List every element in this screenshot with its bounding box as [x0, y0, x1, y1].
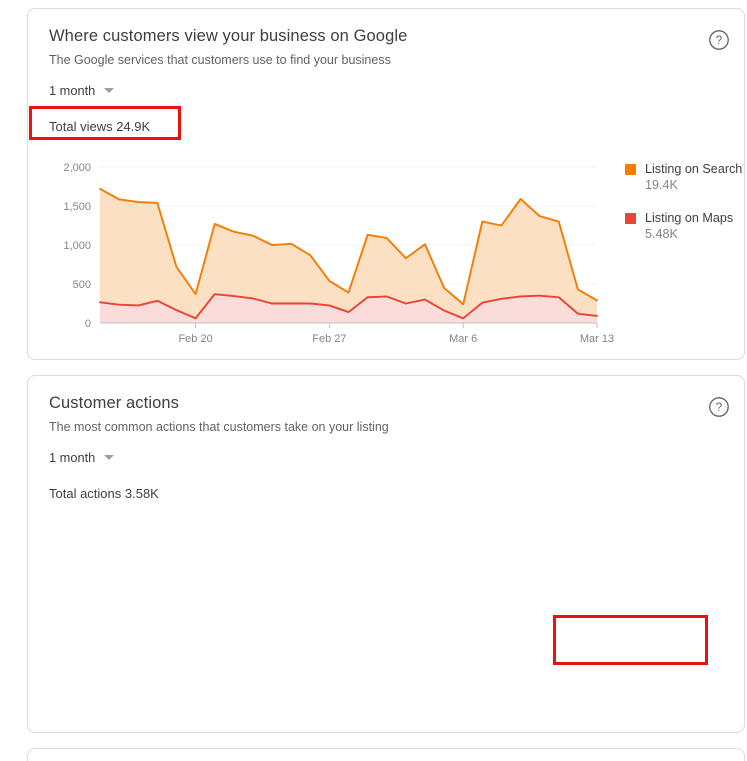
date-range-value: 1 month [49, 450, 96, 465]
x-axis-tick-label: Feb 20 [178, 333, 212, 345]
x-axis-tick-label: Mar 13 [580, 333, 614, 345]
chevron-down-icon [104, 455, 115, 460]
card-subtitle: The most common actions that customers t… [49, 420, 389, 434]
y-axis-tick-label: 1,500 [63, 201, 91, 213]
y-axis-tick-label: 0 [85, 318, 91, 330]
card-business-views: ? Where customers view your business on … [27, 8, 745, 360]
legend-item-listing-on-search[interactable]: Listing on Search 19.4K [625, 161, 742, 193]
date-range-dropdown-views[interactable]: 1 month [49, 83, 115, 98]
card-title-customer-actions: Customer actions [49, 394, 179, 412]
y-axis-tick-label: 500 [73, 279, 91, 291]
help-circle-icon[interactable]: ? [708, 396, 730, 418]
y-axis-tick-label: 1,000 [63, 240, 91, 252]
date-range-dropdown-actions[interactable]: 1 month [49, 450, 115, 465]
page-title: Where customers view your business on Go… [49, 27, 408, 45]
legend-item-listing-on-maps[interactable]: Listing on Maps 5.48K [625, 210, 742, 242]
total-views-label: Total views 24.9K [49, 119, 151, 134]
legend-value: 5.48K [645, 227, 678, 242]
total-actions-label: Total actions 3.58K [49, 486, 159, 501]
views-chart-legend: Listing on Search 19.4K Listing on Maps 5.4… [625, 161, 742, 259]
legend-label: Listing on Search [645, 162, 743, 176]
card-subtitle: The Google services that customers use t… [49, 53, 391, 67]
legend-label: Listing on Maps [645, 211, 734, 226]
legend-swatch-listing-on-maps [625, 213, 636, 225]
help-circle-icon[interactable]: ? [708, 29, 730, 51]
card-next-partial [27, 748, 745, 761]
date-range-value: 1 month [49, 83, 96, 98]
card-customer-actions: ? Customer actions The most common actio… [27, 375, 745, 733]
views-chart-svg: 0 500 1,000 1,500 2,000 Feb 20 Feb 27 Mar 6 Mar … [63, 162, 614, 345]
x-axis-tick-label: Feb 27 [312, 333, 346, 345]
chevron-down-icon [104, 88, 115, 93]
legend-text-listing-on-search: Listing on Search 19.4K [645, 161, 742, 193]
views-chart[interactable]: 0 500 1,000 1,500 2,000 Feb 20 Feb 27 Mar 6 Mar … [58, 161, 614, 361]
legend-value: 19.4K [645, 178, 678, 193]
svg-text:?: ? [716, 402, 722, 414]
y-axis-tick-label: 2,000 [63, 162, 91, 174]
analytics-page: ? Where customers view your business on … [0, 0, 747, 761]
legend-swatch-listing-on-search [625, 164, 636, 175]
x-axis-tick-label: Mar 6 [449, 333, 477, 345]
svg-text:?: ? [716, 35, 722, 47]
legend-text-listing-on-maps: Listing on Maps 5.48K [645, 210, 733, 242]
